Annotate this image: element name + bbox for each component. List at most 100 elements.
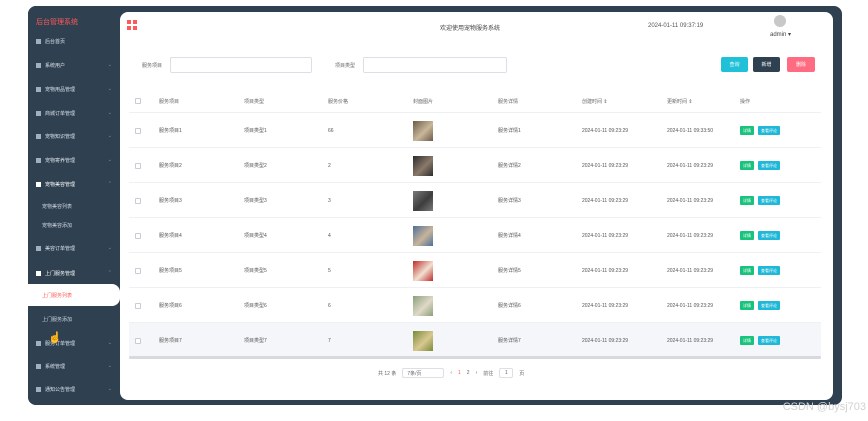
- view-reviews-button[interactable]: 查看评论: [758, 336, 780, 345]
- cell-created: 2024-01-11 09:23:29: [582, 267, 629, 274]
- menu-grid-icon[interactable]: [127, 20, 137, 30]
- table-row[interactable]: 服务项目5 项目类型5 5 服务详情5 2024-01-11 09:23:29 2024-…: [129, 252, 821, 287]
- cell-created: 2024-01-11 09:23:29: [582, 127, 629, 134]
- cell-updated: 2024-01-11 09:23:29: [667, 197, 714, 204]
- cell-actions: 详情 查看评论: [740, 148, 780, 183]
- row-checkbox[interactable]: [135, 148, 141, 183]
- user-menu[interactable]: admin ▾: [770, 31, 791, 38]
- service-item-label: 服务项目: [142, 63, 163, 69]
- sidebar-item-7[interactable]: 宠物美容管理 ⌃: [28, 173, 120, 195]
- view-reviews-button[interactable]: 查看评论: [758, 266, 780, 275]
- sidebar-item-label: 通知公告管理: [45, 386, 76, 393]
- menu-icon: [36, 157, 41, 163]
- detail-button[interactable]: 详情: [740, 301, 754, 310]
- cell-type: 项目类型3: [244, 198, 267, 204]
- sidebar-item-3[interactable]: 宠物用品管理 ⌄: [28, 78, 120, 100]
- row-checkbox[interactable]: [135, 323, 141, 358]
- chevron-icon: ⌄: [107, 363, 112, 369]
- delete-button[interactable]: 删除: [787, 57, 815, 72]
- page-1-button[interactable]: 1: [458, 370, 461, 376]
- table-row[interactable]: 服务项目2 项目类型2 2 服务详情2 2024-01-11 09:23:29 2024-…: [129, 147, 821, 182]
- detail-button[interactable]: 详情: [740, 196, 754, 205]
- row-checkbox[interactable]: [135, 288, 141, 323]
- total-count: 共 12 条: [378, 370, 397, 377]
- sidebar-item-10[interactable]: 美容订单管理 ⌄: [28, 237, 120, 259]
- page-2-button[interactable]: 2: [467, 370, 470, 376]
- cover-image: [413, 148, 433, 183]
- sidebar-item-6[interactable]: 宠物寄养管理 ⌄: [28, 149, 120, 171]
- app-frame: 后台管理系统 后台首页 系统用户 ⌄ 宠物用品管理 ⌄ 商城订单管理 ⌄ 宠物知识管理 ⌄ 宠物寄…: [28, 6, 842, 405]
- cell-detail: 服务详情6: [498, 303, 521, 309]
- view-reviews-button[interactable]: 查看评论: [758, 301, 780, 310]
- sidebar-item-label: 后台首页: [45, 38, 66, 45]
- page-size-select[interactable]: 7条/页: [402, 368, 445, 378]
- sidebar-item-5[interactable]: 宠物知识管理 ⌄: [28, 125, 120, 147]
- table-row[interactable]: 服务项目6 项目类型6 6 服务详情6 2024-01-11 09:23:29 2024-…: [129, 287, 821, 322]
- sidebar-item-2[interactable]: 系统用户 ⌄: [28, 54, 120, 76]
- row-checkbox[interactable]: [135, 218, 141, 253]
- top-bar: 欢迎使用宠物服务系统 2024-01-11 09:37:19 admin ▾: [120, 12, 833, 40]
- prev-page-button[interactable]: ‹: [450, 370, 452, 376]
- sidebar: 后台管理系统 后台首页 系统用户 ⌄ 宠物用品管理 ⌄ 商城订单管理 ⌄ 宠物知识管理 ⌄ 宠物寄…: [28, 6, 120, 405]
- cell-created: 2024-01-11 09:23:29: [582, 302, 629, 309]
- detail-button[interactable]: 详情: [740, 231, 754, 240]
- cell-detail: 服务详情3: [498, 198, 521, 204]
- cell-detail: 服务详情7: [498, 338, 521, 344]
- view-reviews-button[interactable]: 查看评论: [758, 126, 780, 135]
- pagination: 共 12 条 7条/页 ‹ 1 2 › 前往 1 页: [378, 367, 524, 379]
- detail-button[interactable]: 详情: [740, 126, 754, 135]
- user-avatar[interactable]: [774, 15, 786, 27]
- menu-icon: [36, 386, 41, 392]
- header-created[interactable]: 创建时间 ⇕: [582, 90, 608, 112]
- cell-updated: 2024-01-11 09:33:50: [667, 127, 714, 134]
- menu-icon: [36, 270, 41, 276]
- sidebar-item-label: 宠物用品管理: [45, 86, 76, 93]
- row-checkbox[interactable]: [135, 183, 141, 218]
- sidebar-item-label: 宠物美容管理: [45, 181, 76, 188]
- sidebar-item-15[interactable]: 系统管理 ⌄: [28, 355, 120, 377]
- row-checkbox[interactable]: [135, 253, 141, 288]
- cell-name: 服务项目3: [159, 198, 182, 204]
- detail-button[interactable]: 详情: [740, 161, 754, 170]
- view-reviews-button[interactable]: 查看评论: [758, 231, 780, 240]
- view-reviews-button[interactable]: 查看评论: [758, 161, 780, 170]
- add-button[interactable]: 新增: [753, 57, 780, 72]
- detail-button[interactable]: 详情: [740, 266, 754, 275]
- view-reviews-button[interactable]: 查看评论: [758, 196, 780, 205]
- header-cover: 封面图片: [413, 98, 434, 105]
- cell-price: 5: [328, 267, 331, 274]
- sidebar-item-label: 上门服务添加: [42, 316, 73, 323]
- item-type-input[interactable]: [363, 57, 507, 73]
- header-updated[interactable]: 更新时间 ⇕: [667, 90, 693, 112]
- goto-page-input[interactable]: 1: [499, 368, 514, 378]
- menu-icon: [36, 363, 41, 369]
- cell-actions: 详情 查看评论: [740, 288, 780, 323]
- horizontal-scrollbar[interactable]: [129, 356, 821, 359]
- table-row[interactable]: 服务项目4 项目类型4 4 服务详情4 2024-01-11 09:23:29 2024-…: [129, 217, 821, 252]
- table-row[interactable]: 服务项目3 项目类型3 3 服务详情3 2024-01-11 09:23:29 2024-…: [129, 182, 821, 217]
- cell-price: 66: [328, 127, 334, 134]
- cell-type: 项目类型2: [244, 163, 267, 169]
- cell-updated: 2024-01-11 09:23:29: [667, 302, 714, 309]
- detail-button[interactable]: 详情: [740, 336, 754, 345]
- cell-updated: 2024-01-11 09:23:29: [667, 337, 714, 344]
- sidebar-item-1[interactable]: 后台首页: [28, 30, 120, 52]
- sidebar-item-4[interactable]: 商城订单管理 ⌄: [28, 102, 120, 124]
- sidebar-item-9[interactable]: 宠物美容添加: [28, 214, 120, 236]
- next-page-button[interactable]: ›: [476, 370, 478, 376]
- table-row[interactable]: 服务项目1 项目类型1 66 服务详情1 2024-01-11 09:23:29 2024…: [129, 112, 821, 147]
- table-row[interactable]: 服务项目7 项目类型7 7 服务详情7 2024-01-11 09:23:29 2024-…: [129, 322, 821, 357]
- sidebar-item-13[interactable]: 上门服务添加: [28, 308, 120, 330]
- cell-name: 服务项目2: [159, 163, 182, 169]
- cell-name: 服务项目5: [159, 268, 182, 274]
- select-all-checkbox[interactable]: [135, 90, 141, 112]
- sidebar-item-14[interactable]: 服务订单管理 ⌄: [28, 332, 120, 354]
- query-button[interactable]: 查询: [721, 57, 748, 72]
- sidebar-item-11[interactable]: 上门服务管理 ⌃: [28, 262, 120, 284]
- service-item-input[interactable]: [170, 57, 312, 73]
- sidebar-item-16[interactable]: 通知公告管理 ⌄: [28, 378, 120, 400]
- sidebar-item-label: 系统管理: [45, 363, 66, 370]
- sidebar-item-12[interactable]: 上门服务列表: [28, 284, 120, 306]
- cell-actions: 详情 查看评论: [740, 323, 780, 358]
- row-checkbox[interactable]: [135, 113, 141, 148]
